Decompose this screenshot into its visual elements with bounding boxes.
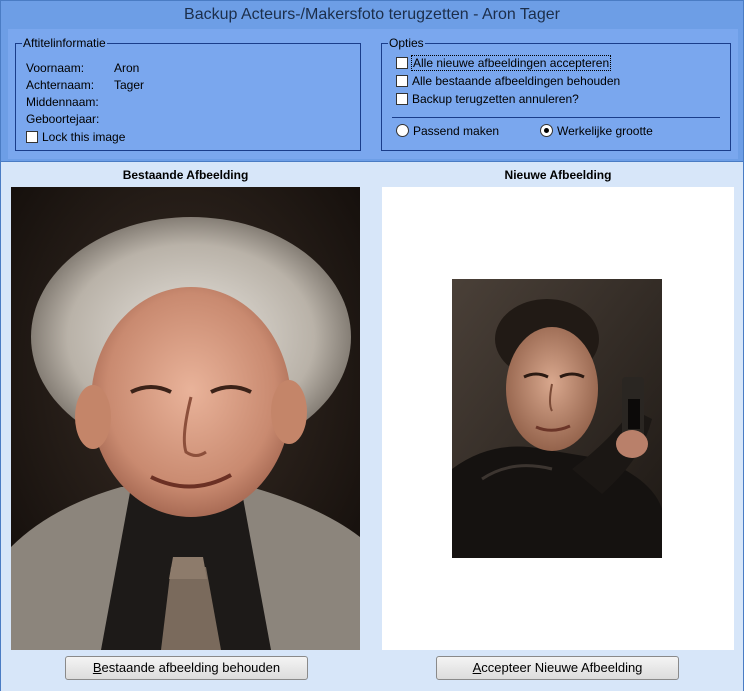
window-title: Backup Acteurs-/Makersfoto terugzetten -…: [1, 1, 743, 29]
keep-existing-button[interactable]: Bestaande afbeelding behouden: [65, 656, 308, 680]
new-portrait-photo: [452, 279, 662, 558]
accept-new-button[interactable]: Accepteer Nieuwe Afbeelding: [436, 656, 679, 680]
accept-all-new-checkbox[interactable]: Alle nieuwe afbeeldingen accepteren: [396, 55, 612, 71]
keep-existing-mnemonic: B: [92, 660, 102, 675]
keep-existing-label: estaande afbeelding behouden: [101, 660, 281, 675]
fit-radio-circle[interactable]: [396, 124, 409, 137]
lock-image-label: Lock this image: [42, 130, 126, 144]
fit-radio-label: Passend maken: [413, 124, 500, 138]
options-separator: [392, 117, 720, 118]
actual-size-radio-label: Werkelijke grootte: [557, 124, 653, 138]
middle-name-row: Middennaam:: [26, 94, 114, 110]
last-name-row: Achternaam: Tager: [26, 77, 144, 93]
birth-year-label: Geboortejaar:: [26, 112, 100, 126]
actual-size-radio-circle[interactable]: [540, 124, 553, 137]
restore-backup-dialog: Backup Acteurs-/Makersfoto terugzetten -…: [0, 0, 744, 691]
cancel-restore-checkbox-box[interactable]: [396, 93, 408, 105]
credit-info-group: Aftitelinformatie Voornaam: Aron Achterna…: [15, 36, 361, 151]
accept-all-new-checkbox-box[interactable]: [396, 57, 408, 69]
cancel-restore-checkbox[interactable]: Backup terugzetten annuleren?: [396, 91, 579, 107]
top-panel: Aftitelinformatie Voornaam: Aron Achterna…: [8, 29, 738, 159]
birth-year-row: Geboortejaar:: [26, 111, 114, 127]
first-name-label: Voornaam:: [26, 61, 85, 75]
keep-all-existing-checkbox-box[interactable]: [396, 75, 408, 87]
lock-image-checkbox[interactable]: Lock this image: [26, 129, 125, 145]
last-name-value: Tager: [114, 78, 145, 92]
credit-info-legend: Aftitelinformatie: [22, 36, 107, 50]
accept-all-new-label: Alle nieuwe afbeeldingen accepteren: [410, 55, 612, 71]
new-image-title: Nieuwe Afbeelding: [504, 168, 612, 182]
last-name-label: Achternaam:: [26, 78, 95, 92]
cancel-restore-label: Backup terugzetten annuleren?: [412, 92, 579, 106]
image-compare-area: Bestaande Afbeelding Nieuwe Afbeelding B…: [1, 161, 743, 691]
new-image: [382, 187, 734, 650]
options-legend: Opties: [388, 36, 425, 50]
existing-image-title: Bestaande Afbeelding: [122, 168, 249, 182]
existing-portrait-photo: [11, 187, 360, 650]
accept-new-mnemonic: A: [472, 660, 482, 675]
keep-all-existing-checkbox[interactable]: Alle bestaande afbeeldingen behouden: [396, 73, 620, 89]
accept-new-label: ccepteer Nieuwe Afbeelding: [481, 660, 643, 675]
options-group: Opties Alle nieuwe afbeeldingen accepter…: [381, 36, 731, 151]
first-name-row: Voornaam: Aron: [26, 60, 139, 76]
actual-size-radio[interactable]: Werkelijke grootte: [540, 123, 653, 139]
first-name-value: Aron: [114, 61, 140, 75]
new-image-photo: [452, 279, 662, 558]
lock-image-checkbox-box[interactable]: [26, 131, 38, 143]
fit-radio[interactable]: Passend maken: [396, 123, 499, 139]
middle-name-label: Middennaam:: [26, 95, 99, 109]
existing-image: [11, 187, 360, 650]
keep-all-existing-label: Alle bestaande afbeeldingen behouden: [412, 74, 621, 88]
